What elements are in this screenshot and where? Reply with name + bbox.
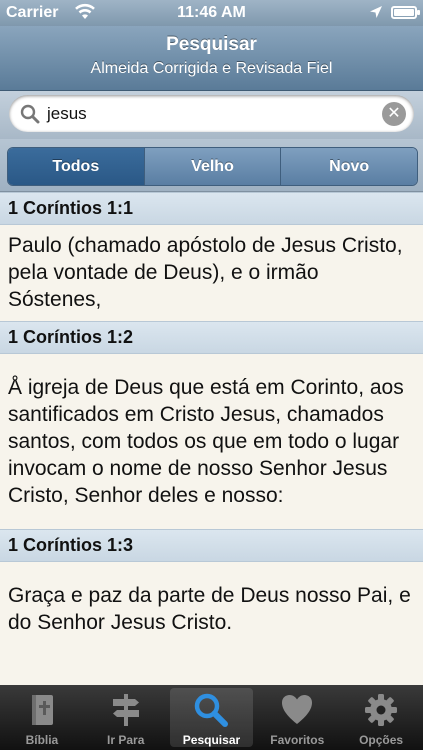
- navigation-bar: Pesquisar Almeida Corrigida e Revisada F…: [0, 26, 423, 91]
- search-icon: [20, 104, 40, 124]
- tab-bar: Bíblia Ir Para Pesquisar Favoritos Opçõe…: [0, 685, 423, 750]
- location-arrow-icon: [370, 6, 382, 18]
- signpost-icon: [112, 694, 139, 726]
- page-title: Pesquisar: [166, 34, 257, 55]
- verse-reference: 1 Coríntios 1:2: [0, 321, 423, 354]
- heart-icon: [282, 695, 313, 724]
- search-query-text[interactable]: jesus: [47, 104, 87, 124]
- result-section: 1 Coríntios 1:2 Å igreja de Deus que est…: [0, 321, 423, 529]
- scope-tab-novo[interactable]: Novo: [281, 148, 417, 185]
- tab-ir-para[interactable]: Ir Para: [84, 685, 168, 750]
- verse-text[interactable]: Graça e paz da parte de Deus nosso Pai, …: [0, 562, 423, 644]
- result-section: 1 Coríntios 1:3 Graça e paz da parte de …: [0, 529, 423, 644]
- scope-tab-velho[interactable]: Velho: [144, 148, 282, 185]
- tab-pesquisar[interactable]: Pesquisar: [169, 688, 254, 747]
- tab-opcoes[interactable]: Opções: [339, 685, 423, 750]
- tab-biblia[interactable]: Bíblia: [0, 685, 84, 750]
- clear-search-icon[interactable]: ✕: [382, 102, 406, 126]
- status-bar: Carrier 11:46 AM: [0, 0, 423, 26]
- verse-reference: 1 Coríntios 1:1: [0, 192, 423, 225]
- verse-reference: 1 Coríntios 1:3: [0, 529, 423, 562]
- results-list[interactable]: 1 Coríntios 1:1 Paulo (chamado apóstolo …: [0, 192, 423, 685]
- search-input[interactable]: jesus ✕: [9, 95, 414, 132]
- tab-label: Pesquisar: [182, 733, 241, 747]
- scope-tab-todos[interactable]: Todos: [8, 148, 145, 185]
- tab-favoritos[interactable]: Favoritos: [255, 685, 339, 750]
- bible-icon: [31, 695, 53, 725]
- search-bar: jesus ✕: [0, 91, 423, 139]
- tab-label: Favoritos: [270, 733, 325, 747]
- scope-bar: Todos Velho Novo: [0, 139, 423, 192]
- clock: 11:46 AM: [177, 4, 246, 21]
- translation-subtitle: Almeida Corrigida e Revisada Fiel: [90, 60, 333, 77]
- search-icon: [195, 693, 229, 727]
- verse-text[interactable]: Å igreja de Deus que está em Corinto, ao…: [0, 354, 423, 529]
- gear-icon: [365, 694, 398, 726]
- tab-label: Bíblia: [25, 733, 59, 747]
- verse-text[interactable]: Paulo (chamado apóstolo de Jesus Cristo,…: [0, 225, 423, 321]
- tab-label: Opções: [359, 733, 404, 747]
- battery-icon: [391, 6, 420, 19]
- testament-segmented-control: Todos Velho Novo: [7, 147, 418, 186]
- result-section: 1 Coríntios 1:1 Paulo (chamado apóstolo …: [0, 192, 423, 321]
- tab-label: Ir Para: [107, 733, 145, 747]
